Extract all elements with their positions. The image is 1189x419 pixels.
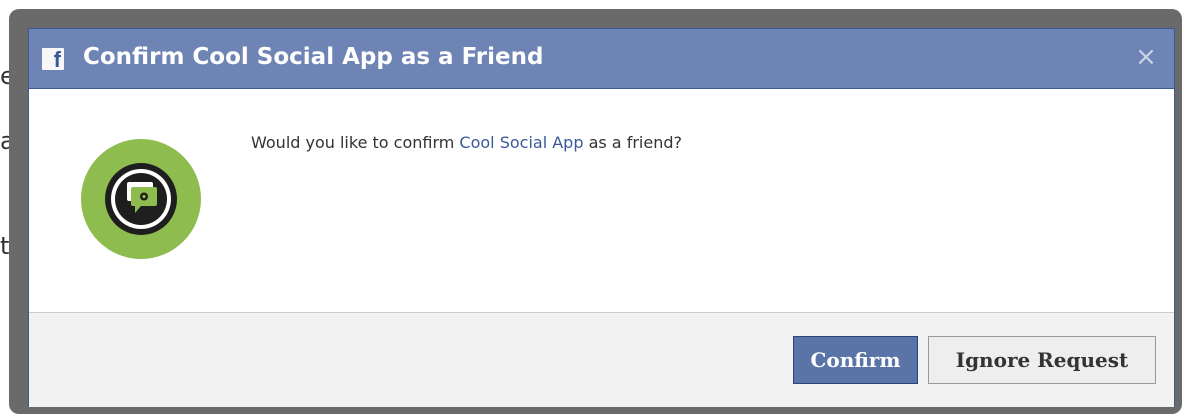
dialog-content: Would you like to confirm Cool Social Ap…: [29, 89, 1174, 312]
app-name-link[interactable]: Cool Social App: [459, 133, 583, 152]
dialog-title: Confirm Cool Social App as a Friend: [83, 44, 544, 70]
dialog-titlebar: f Confirm Cool Social App as a Friend ×: [29, 29, 1174, 89]
confirm-button[interactable]: Confirm: [793, 336, 918, 384]
message-prefix: Would you like to confirm: [251, 133, 460, 152]
facebook-logo-letter: f: [53, 47, 61, 72]
close-icon[interactable]: ×: [1132, 43, 1160, 71]
app-chat-icon: [69, 127, 214, 272]
message-suffix: as a friend?: [583, 133, 682, 152]
app-avatar: [69, 127, 214, 272]
ignore-request-button[interactable]: Ignore Request: [928, 336, 1156, 384]
facebook-logo-icon: f: [42, 47, 64, 72]
dialog-footer: Confirm Ignore Request: [29, 312, 1174, 407]
confirm-message: Would you like to confirm Cool Social Ap…: [251, 133, 682, 152]
confirm-friend-dialog: f Confirm Cool Social App as a Friend × …: [28, 28, 1175, 407]
